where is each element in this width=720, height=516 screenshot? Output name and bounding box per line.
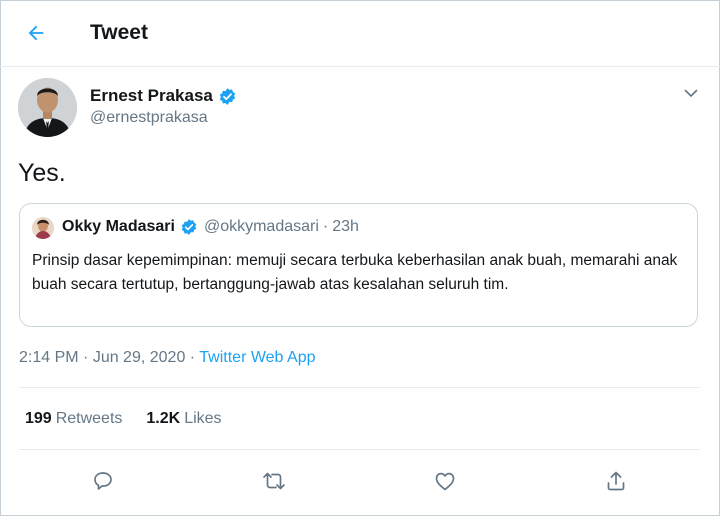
retweet-button[interactable] [259, 466, 289, 496]
retweets-stat[interactable]: 199 Retweets [25, 410, 122, 428]
quoted-timestamp: 23h [332, 218, 359, 235]
quoted-tweet[interactable]: Okky Madasari @okkymadasari · 23h Prinsi… [19, 203, 698, 327]
like-icon [435, 472, 455, 491]
quoted-separator: · [322, 218, 329, 235]
tweet-date[interactable]: Jun 29, 2020 [93, 349, 186, 366]
chevron-down-icon [684, 89, 698, 97]
likes-stat[interactable]: 1.2K Likes [146, 410, 221, 428]
quoted-avatar-image [32, 217, 54, 239]
meta-separator: · [78, 349, 93, 366]
avatar-image [18, 78, 77, 137]
arrow-left-icon [28, 25, 44, 41]
quoted-tweet-text: Prinsip dasar kepemimpinan: memuji secar… [32, 252, 678, 293]
likes-count: 1.2K [146, 410, 181, 427]
meta-separator: · [185, 349, 200, 366]
engagement-stats: 199 Retweets 1.2K Likes [25, 410, 222, 428]
divider [19, 387, 700, 388]
divider [19, 449, 700, 450]
tweet-source-link[interactable]: Twitter Web App [199, 349, 315, 366]
author-name-text: Ernest Prakasa [90, 86, 213, 105]
quoted-author-name: Okky Madasari [62, 218, 175, 235]
author-handle[interactable]: @ernestprakasa [90, 109, 208, 127]
quoted-author-handle: @okkymadasari [203, 218, 319, 235]
retweets-label: Retweets [55, 410, 123, 427]
share-button[interactable] [601, 466, 631, 496]
quoted-author-avatar [32, 217, 54, 239]
quoted-tweet-header: Okky Madasari @okkymadasari · 23h [62, 218, 359, 236]
top-bar: Tweet [0, 0, 720, 67]
verified-badge-icon [180, 218, 198, 236]
like-button[interactable] [430, 466, 460, 496]
back-button[interactable] [18, 16, 54, 50]
verified-badge-icon [218, 87, 237, 106]
share-icon [607, 471, 625, 491]
retweet-icon [263, 472, 285, 490]
author-avatar[interactable] [18, 78, 77, 137]
likes-label: Likes [184, 410, 222, 427]
more-options-button[interactable] [680, 82, 702, 104]
tweet-time: 2:14 PM [19, 349, 79, 366]
reply-button[interactable] [88, 466, 118, 496]
reply-icon [94, 472, 112, 490]
author-name[interactable]: Ernest Prakasa [90, 86, 237, 106]
action-bar [0, 462, 720, 498]
tweet-text: Yes. [18, 159, 66, 187]
retweets-count: 199 [25, 410, 52, 427]
page-title: Tweet [90, 21, 148, 44]
tweet-metadata: 2:14 PM · Jun 29, 2020 · Twitter Web App [19, 349, 315, 367]
